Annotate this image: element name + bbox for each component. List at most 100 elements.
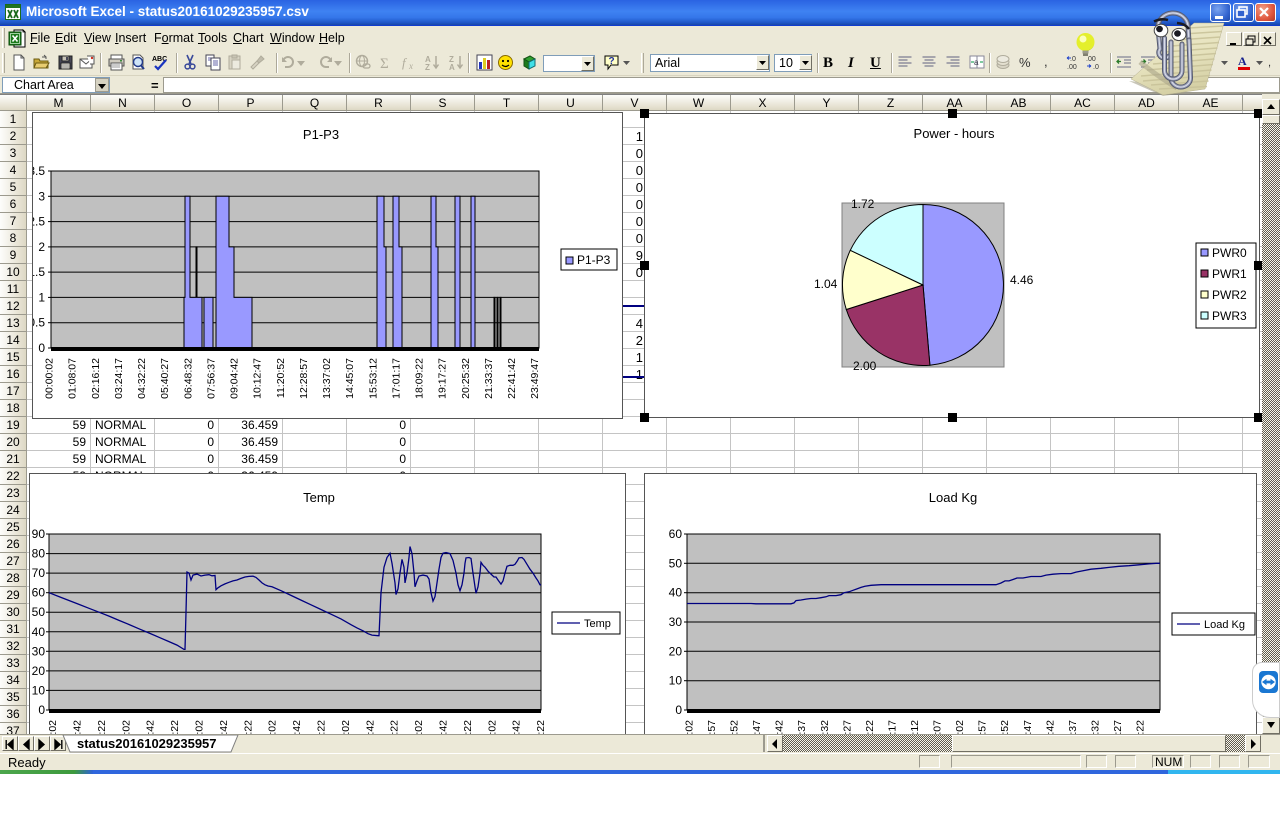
- svg-text:4.46: 4.46: [1010, 273, 1034, 287]
- svg-text:0: 0: [38, 341, 45, 355]
- svg-text:,: ,: [1268, 57, 1271, 69]
- svg-text:3: 3: [38, 189, 45, 203]
- svg-text:1.72: 1.72: [851, 197, 875, 211]
- svg-text:3.5: 3.5: [32, 164, 45, 178]
- svg-text:00:00:37: 00:00:37: [1067, 720, 1079, 734]
- svg-text:19:17:27: 19:17:27: [437, 358, 449, 399]
- svg-text:07:56:37: 07:56:37: [205, 358, 217, 399]
- svg-text:00:00:47: 00:00:47: [751, 720, 763, 734]
- svg-text:00:00:02: 00:00:02: [486, 720, 498, 734]
- svg-text:15:53:12: 15:53:12: [367, 358, 379, 399]
- svg-text:10:12:47: 10:12:47: [252, 358, 264, 399]
- svg-text:Load Kg: Load Kg: [1204, 619, 1245, 631]
- svg-text:Temp: Temp: [303, 490, 335, 505]
- svg-text:00:00:52: 00:00:52: [999, 720, 1011, 734]
- svg-text:?: ?: [609, 56, 615, 67]
- svg-text:PWR2: PWR2: [1212, 288, 1247, 302]
- svg-text:18:09:22: 18:09:22: [414, 358, 426, 399]
- svg-text:x: x: [408, 61, 413, 71]
- svg-text:00:00:42: 00:00:42: [72, 720, 84, 734]
- svg-text:Σ: Σ: [380, 56, 389, 71]
- svg-text:A: A: [449, 63, 455, 71]
- svg-text:00:00:22: 00:00:22: [316, 720, 328, 734]
- svg-text:00:00:22: 00:00:22: [1135, 720, 1147, 734]
- svg-text:40: 40: [669, 586, 683, 600]
- svg-text:00:00:02: 00:00:02: [684, 720, 696, 734]
- svg-text:00:00:42: 00:00:42: [511, 720, 523, 734]
- svg-text:30: 30: [669, 615, 683, 629]
- svg-text:03:24:17: 03:24:17: [113, 358, 125, 399]
- svg-text:00:00:42: 00:00:42: [438, 720, 450, 734]
- svg-text:00:00:02: 00:00:02: [47, 720, 59, 734]
- svg-text:00:00:02: 00:00:02: [44, 358, 56, 399]
- svg-text:2.5: 2.5: [32, 215, 45, 229]
- svg-text:00:00:32: 00:00:32: [819, 720, 831, 734]
- svg-text:00:00:52: 00:00:52: [729, 720, 741, 734]
- svg-text:Power - hours: Power - hours: [914, 126, 995, 141]
- svg-text:13:37:02: 13:37:02: [321, 358, 333, 399]
- svg-text:.00: .00: [1067, 64, 1077, 71]
- svg-text:10: 10: [32, 683, 46, 697]
- svg-text:21:33:37: 21:33:37: [483, 358, 495, 399]
- svg-text:23:49:47: 23:49:47: [529, 358, 541, 399]
- svg-text:22:41:42: 22:41:42: [506, 358, 518, 399]
- svg-text:17:01:17: 17:01:17: [390, 358, 402, 399]
- svg-text:00:00:27: 00:00:27: [1112, 720, 1124, 734]
- svg-text:1: 1: [38, 290, 45, 304]
- svg-text:P1-P3: P1-P3: [303, 127, 339, 142]
- svg-text:20:25:32: 20:25:32: [460, 358, 472, 399]
- svg-text:,: ,: [1044, 54, 1048, 69]
- svg-text:Load Kg: Load Kg: [929, 490, 977, 505]
- svg-text:00:00:42: 00:00:42: [364, 720, 376, 734]
- svg-text:00:00:42: 00:00:42: [774, 720, 786, 734]
- svg-text:90: 90: [32, 527, 46, 541]
- svg-text:00:00:02: 00:00:02: [267, 720, 279, 734]
- svg-text:1.5: 1.5: [32, 265, 45, 279]
- svg-text:00:00:37: 00:00:37: [796, 720, 808, 734]
- svg-text:PWR3: PWR3: [1212, 309, 1247, 323]
- svg-text:f: f: [402, 55, 408, 70]
- svg-text:06:48:32: 06:48:32: [182, 358, 194, 399]
- svg-text:%: %: [1019, 55, 1031, 70]
- svg-text:00:00:42: 00:00:42: [218, 720, 230, 734]
- svg-text:PWR1: PWR1: [1212, 267, 1247, 281]
- svg-text:00:00:22: 00:00:22: [864, 720, 876, 734]
- svg-text:0.5: 0.5: [32, 316, 45, 330]
- svg-text:00:00:22: 00:00:22: [535, 720, 547, 734]
- svg-text:00:00:47: 00:00:47: [1022, 720, 1034, 734]
- svg-text:40: 40: [32, 625, 46, 639]
- svg-text:00:00:57: 00:00:57: [706, 720, 718, 734]
- svg-text:80: 80: [32, 547, 46, 561]
- svg-text:00:00:22: 00:00:22: [96, 720, 108, 734]
- svg-text:00:00:57: 00:00:57: [977, 720, 989, 734]
- svg-text:00:00:07: 00:00:07: [932, 720, 944, 734]
- svg-text:10: 10: [669, 674, 683, 688]
- svg-text:00:00:17: 00:00:17: [887, 720, 899, 734]
- svg-text:00:00:02: 00:00:02: [954, 720, 966, 734]
- svg-text:A: A: [1238, 54, 1247, 68]
- svg-text:05:40:27: 05:40:27: [159, 358, 171, 399]
- svg-text:14:45:07: 14:45:07: [344, 358, 356, 399]
- svg-text:00:00:32: 00:00:32: [1089, 720, 1101, 734]
- svg-text:0: 0: [675, 703, 682, 717]
- svg-text:70: 70: [32, 566, 46, 580]
- svg-text:2.00: 2.00: [853, 359, 877, 373]
- svg-text:00:00:42: 00:00:42: [291, 720, 303, 734]
- svg-text:00:00:42: 00:00:42: [145, 720, 157, 734]
- svg-text:00:00:22: 00:00:22: [242, 720, 254, 734]
- svg-text:00:00:02: 00:00:02: [194, 720, 206, 734]
- svg-text:50: 50: [32, 605, 46, 619]
- svg-text:00:00:02: 00:00:02: [413, 720, 425, 734]
- svg-text:Z: Z: [425, 63, 430, 71]
- svg-text:00:00:22: 00:00:22: [169, 720, 181, 734]
- svg-text:09:04:42: 09:04:42: [229, 358, 241, 399]
- svg-text:00:00:42: 00:00:42: [1044, 720, 1056, 734]
- svg-text:2: 2: [38, 240, 45, 254]
- svg-text:00:00:02: 00:00:02: [340, 720, 352, 734]
- svg-text:00:00:22: 00:00:22: [389, 720, 401, 734]
- svg-text:00:00:22: 00:00:22: [462, 720, 474, 734]
- svg-text:20: 20: [669, 644, 683, 658]
- svg-text:PWR0: PWR0: [1212, 246, 1247, 260]
- svg-text:1.04: 1.04: [814, 277, 838, 291]
- svg-text:Temp: Temp: [584, 618, 611, 630]
